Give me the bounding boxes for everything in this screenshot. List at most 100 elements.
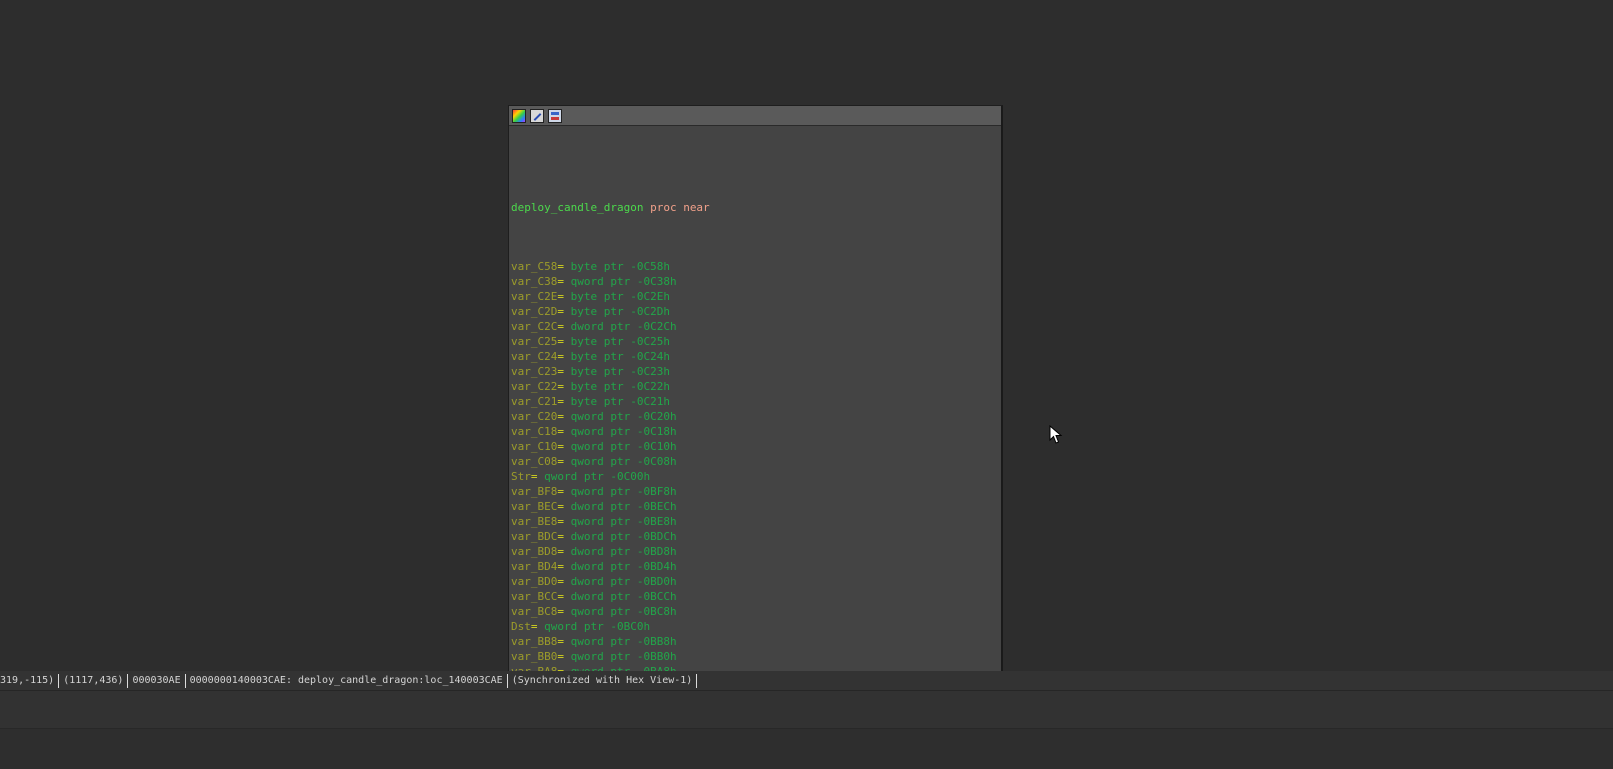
- stack-var-row[interactable]: var_C22= byte ptr -0C22h: [511, 379, 1001, 394]
- stack-var-offset: -0C22h: [630, 380, 670, 393]
- stack-var-row[interactable]: var_C23= byte ptr -0C23h: [511, 364, 1001, 379]
- edit-pencil-icon[interactable]: [530, 108, 544, 123]
- stack-var-row[interactable]: var_BDC= dword ptr -0BDCh: [511, 529, 1001, 544]
- stack-var-type: byte ptr: [570, 290, 624, 303]
- stack-var-name[interactable]: var_C2D: [511, 305, 557, 318]
- stack-var-name[interactable]: var_BD8: [511, 545, 557, 558]
- stack-var-name[interactable]: var_BE8: [511, 515, 557, 528]
- stack-var-type: qword ptr: [570, 515, 631, 528]
- stack-var-name[interactable]: var_C22: [511, 380, 557, 393]
- stack-var-row[interactable]: var_C24= byte ptr -0C24h: [511, 349, 1001, 364]
- equals-sign: =: [557, 455, 571, 468]
- stack-var-row[interactable]: var_BE8= qword ptr -0BE8h: [511, 514, 1001, 529]
- equals-sign: =: [557, 290, 571, 303]
- stack-var-name[interactable]: var_BD4: [511, 560, 557, 573]
- stack-var-name[interactable]: var_C20: [511, 410, 557, 423]
- stack-var-offset: -0BB0h: [636, 650, 677, 663]
- proc-keywords: proc near: [650, 201, 710, 214]
- stack-var-name[interactable]: Str: [511, 470, 531, 483]
- output-panel[interactable]: [0, 691, 1613, 729]
- stack-var-name[interactable]: var_C2C: [511, 320, 557, 333]
- stack-var-row[interactable]: var_C38= qword ptr -0C38h: [511, 274, 1001, 289]
- stack-var-row[interactable]: var_BC8= qword ptr -0BC8h: [511, 604, 1001, 619]
- stack-var-type: dword ptr: [570, 560, 631, 573]
- equals-sign: =: [530, 620, 545, 633]
- stack-var-offset: -0C24h: [630, 350, 670, 363]
- stack-var-row[interactable]: var_C08= qword ptr -0C08h: [511, 454, 1001, 469]
- stack-var-name[interactable]: var_C18: [511, 425, 557, 438]
- stack-var-type: qword ptr: [544, 620, 604, 633]
- stack-var-name[interactable]: var_BD0: [511, 575, 557, 588]
- stack-var-name[interactable]: var_BEC: [511, 500, 557, 513]
- stack-var-name[interactable]: var_BDC: [511, 530, 557, 543]
- graph-node[interactable]: deploy_candle_dragon proc near var_C58= …: [508, 105, 1003, 671]
- stack-var-offset: -0C23h: [630, 365, 670, 378]
- stack-var-row[interactable]: var_C21= byte ptr -0C21h: [511, 394, 1001, 409]
- stack-var-name[interactable]: var_C24: [511, 350, 557, 363]
- stack-var-offset: -0C38h: [636, 275, 677, 288]
- stack-var-row[interactable]: var_C10= qword ptr -0C10h: [511, 439, 1001, 454]
- disassembly-listing[interactable]: deploy_candle_dragon proc near var_C58= …: [509, 126, 1001, 671]
- stack-var-row[interactable]: var_BEC= dword ptr -0BECh: [511, 499, 1001, 514]
- stack-var-name[interactable]: var_BF8: [511, 485, 557, 498]
- stack-var-row[interactable]: var_C2D= byte ptr -0C2Dh: [511, 304, 1001, 319]
- stack-var-type: byte ptr: [570, 380, 624, 393]
- stack-var-row[interactable]: var_C58= byte ptr -0C58h: [511, 259, 1001, 274]
- stack-var-name[interactable]: var_BB8: [511, 635, 557, 648]
- status-location: 0000000140003CAE: deploy_candle_dragon:l…: [186, 673, 508, 688]
- stack-var-row[interactable]: var_BCC= dword ptr -0BCCh: [511, 589, 1001, 604]
- stack-var-row[interactable]: var_C20= qword ptr -0C20h: [511, 409, 1001, 424]
- stack-var-name[interactable]: var_C58: [511, 260, 557, 273]
- stack-var-row[interactable]: var_BB8= qword ptr -0BB8h: [511, 634, 1001, 649]
- stack-var-name[interactable]: var_C23: [511, 365, 557, 378]
- equals-sign: =: [557, 335, 571, 348]
- equals-sign: =: [557, 380, 571, 393]
- stack-var-name[interactable]: var_C25: [511, 335, 557, 348]
- equals-sign: =: [557, 365, 571, 378]
- stack-var-row[interactable]: var_C25= byte ptr -0C25h: [511, 334, 1001, 349]
- stack-var-offset: -0BCCh: [636, 590, 677, 603]
- status-bar: 1319,-115) (1117,436) 000030AE 000000014…: [0, 671, 1613, 691]
- equals-sign: =: [557, 260, 571, 273]
- color-palette-icon[interactable]: [512, 108, 526, 123]
- stack-var-type: qword ptr: [570, 440, 631, 453]
- stack-var-offset: -0C08h: [636, 455, 677, 468]
- stack-var-row[interactable]: var_BA8= qword ptr -0BA8h: [511, 664, 1001, 671]
- stack-var-type: byte ptr: [570, 395, 624, 408]
- stack-var-type: qword ptr: [570, 650, 631, 663]
- stack-var-name[interactable]: var_BB0: [511, 650, 557, 663]
- stack-var-name[interactable]: var_C38: [511, 275, 557, 288]
- stack-var-offset: -0BC8h: [636, 605, 677, 618]
- stack-var-row[interactable]: var_BD8= dword ptr -0BD8h: [511, 544, 1001, 559]
- stack-var-row[interactable]: var_BD4= dword ptr -0BD4h: [511, 559, 1001, 574]
- stack-var-type: byte ptr: [570, 335, 624, 348]
- stack-var-name[interactable]: var_C2E: [511, 290, 557, 303]
- stack-var-name[interactable]: var_C10: [511, 440, 557, 453]
- stack-var-offset: -0C58h: [630, 260, 670, 273]
- stack-var-row[interactable]: var_C2E= byte ptr -0C2Eh: [511, 289, 1001, 304]
- equals-sign: =: [557, 410, 571, 423]
- stack-var-type: dword ptr: [570, 575, 631, 588]
- stack-var-name[interactable]: var_BCC: [511, 590, 557, 603]
- graph-view-icon[interactable]: [548, 108, 562, 123]
- stack-var-row[interactable]: var_BD0= dword ptr -0BD0h: [511, 574, 1001, 589]
- equals-sign: =: [557, 320, 571, 333]
- stack-var-row[interactable]: var_BB0= qword ptr -0BB0h: [511, 649, 1001, 664]
- stack-var-type: qword ptr: [570, 410, 631, 423]
- equals-sign: =: [530, 470, 545, 483]
- equals-sign: =: [557, 275, 571, 288]
- stack-var-name[interactable]: var_C21: [511, 395, 557, 408]
- stack-var-row[interactable]: Dst= qword ptr -0BC0h: [511, 619, 1001, 634]
- stack-var-row[interactable]: var_C2C= dword ptr -0C2Ch: [511, 319, 1001, 334]
- equals-sign: =: [557, 515, 571, 528]
- function-name[interactable]: deploy_candle_dragon: [511, 201, 643, 214]
- stack-var-name[interactable]: var_BC8: [511, 605, 557, 618]
- equals-sign: =: [557, 485, 571, 498]
- stack-var-row[interactable]: var_C18= qword ptr -0C18h: [511, 424, 1001, 439]
- graph-view-canvas[interactable]: deploy_candle_dragon proc near var_C58= …: [0, 0, 1613, 671]
- stack-var-row[interactable]: Str= qword ptr -0C00h: [511, 469, 1001, 484]
- stack-var-offset: -0BD4h: [636, 560, 677, 573]
- stack-var-name[interactable]: Dst: [511, 620, 531, 633]
- stack-var-name[interactable]: var_C08: [511, 455, 557, 468]
- stack-var-row[interactable]: var_BF8= qword ptr -0BF8h: [511, 484, 1001, 499]
